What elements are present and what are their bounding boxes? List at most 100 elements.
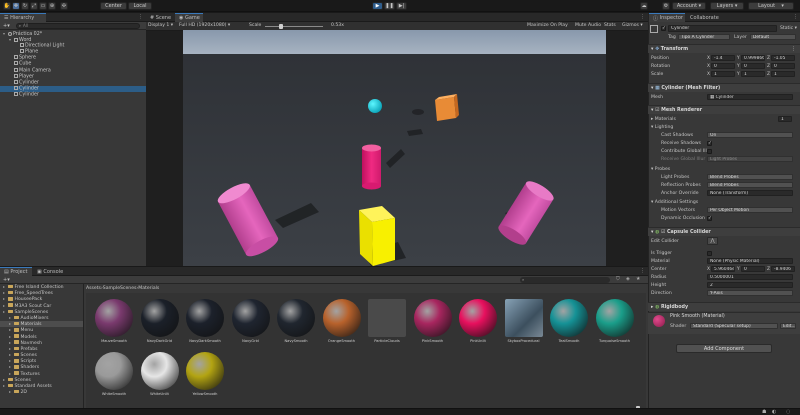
- tab-game[interactable]: ◉ Game: [175, 13, 203, 22]
- active-checkbox[interactable]: ✓: [661, 26, 666, 31]
- material-asset[interactable]: NavyGrid: [229, 297, 273, 343]
- breadcrumb-item[interactable]: Assets: [86, 286, 101, 291]
- more-icon[interactable]: ⋮: [640, 14, 645, 20]
- mesh-field[interactable]: ▦ Cylinder: [707, 94, 793, 100]
- scale-slider-handle[interactable]: [279, 23, 283, 29]
- capsule-collider-header[interactable]: ▾ ◍ ☑ Capsule Collider: [648, 227, 800, 236]
- scale-tool-button[interactable]: ⤢: [30, 2, 38, 10]
- tab-console[interactable]: ▣ Console: [33, 267, 67, 276]
- contribute-gi-checkbox[interactable]: [707, 149, 712, 154]
- pos-x-field[interactable]: -1.4: [711, 55, 735, 61]
- more-icon[interactable]: ⋮: [640, 268, 645, 274]
- material-asset[interactable]: NavyDarkSmooth: [183, 297, 227, 343]
- tab-scene[interactable]: # Scene: [146, 13, 174, 22]
- light-probes-dropdown[interactable]: Blend Probes: [707, 174, 793, 180]
- is-trigger-checkbox[interactable]: [707, 251, 712, 256]
- account-dropdown[interactable]: Account ▾: [672, 2, 706, 10]
- edit-collider-button[interactable]: ⋀: [707, 237, 718, 245]
- dynamic-occlusion-checkbox[interactable]: ✓: [707, 216, 712, 221]
- checkbox-icon[interactable]: ☑: [661, 230, 665, 235]
- debug-icon[interactable]: ☗: [762, 409, 766, 415]
- layout-dropdown[interactable]: Layout ▾: [748, 2, 794, 10]
- more-icon[interactable]: ⋮: [138, 14, 143, 20]
- mute-audio-toggle[interactable]: Mute Audio: [575, 23, 601, 28]
- material-asset[interactable]: WhiteSmooth: [92, 350, 136, 396]
- play-button[interactable]: ▶: [372, 2, 383, 10]
- material-asset[interactable]: NavyDarkGrid: [138, 297, 182, 343]
- materials-count[interactable]: 1: [778, 116, 792, 122]
- breadcrumb-item[interactable]: SampleScenes: [103, 286, 137, 291]
- transform-tool-button[interactable]: ⊕: [48, 2, 56, 10]
- axis-x-label[interactable]: X: [707, 64, 710, 69]
- services-button[interactable]: ⚙: [662, 2, 670, 10]
- project-search-input[interactable]: ⌕: [520, 277, 610, 283]
- resolution-dropdown[interactable]: Full HD (1920x1080) ▾: [179, 23, 230, 28]
- layers-dropdown[interactable]: Layers ▾: [710, 2, 744, 10]
- receive-shadows-checkbox[interactable]: ✓: [707, 141, 712, 146]
- material-asset[interactable]: PinkUnlit: [456, 297, 500, 343]
- pos-y-field[interactable]: 0.999866: [741, 55, 765, 61]
- display-dropdown[interactable]: Display 1 ▾: [148, 23, 173, 28]
- game-render-view[interactable]: [183, 30, 606, 266]
- static-toggle[interactable]: Static ▾: [780, 26, 797, 31]
- material-asset[interactable]: MauveSmooth: [92, 297, 136, 343]
- lighting-status-icon[interactable]: ◐: [772, 409, 776, 415]
- edit-shader-button[interactable]: Edit...: [780, 323, 796, 329]
- scl-x-field[interactable]: 1: [711, 71, 735, 77]
- scl-y-field[interactable]: 1: [741, 71, 765, 77]
- center-x-field[interactable]: 5.96046e: [711, 266, 735, 272]
- pause-button[interactable]: ❚❚: [384, 2, 395, 10]
- material-asset[interactable]: TealSmooth: [547, 297, 591, 343]
- rotate-tool-button[interactable]: ↻: [21, 2, 29, 10]
- cast-shadows-dropdown[interactable]: On: [707, 132, 793, 138]
- center-y-field[interactable]: 0: [741, 266, 765, 272]
- transform-header[interactable]: ▾ ✥ Transform ⋮: [648, 44, 800, 53]
- material-asset[interactable]: WhiteUnlit: [138, 350, 182, 396]
- axis-z-label[interactable]: Z: [767, 267, 770, 272]
- tab-hierarchy[interactable]: ☰ Hierarchy: [0, 13, 46, 22]
- center-z-field[interactable]: -8.9406: [771, 266, 795, 272]
- hand-tool-button[interactable]: ✋: [3, 2, 11, 10]
- object-name-field[interactable]: Cylinder: [668, 25, 777, 32]
- material-asset[interactable]: PinkSmooth: [411, 297, 455, 343]
- material-asset[interactable]: OrangeSmooth: [320, 297, 364, 343]
- axis-z-label[interactable]: Z: [767, 64, 770, 69]
- rigidbody-header[interactable]: ▸ ◍ Rigidbody: [648, 302, 800, 311]
- label-icon[interactable]: ◈: [626, 276, 630, 282]
- axis-x-label[interactable]: X: [707, 72, 710, 77]
- pivot-center-button[interactable]: Center: [100, 2, 127, 10]
- pos-z-field[interactable]: -1.05: [771, 55, 795, 61]
- more-icon[interactable]: ⋮: [793, 14, 798, 20]
- mesh-filter-header[interactable]: ▾ ▦ Cylinder (Mesh Filter): [648, 83, 800, 92]
- radius-field[interactable]: 0.5000001: [707, 274, 793, 280]
- tab-collaborate[interactable]: Collaborate: [686, 13, 726, 22]
- mesh-renderer-header[interactable]: ▾ ☑ Mesh Renderer: [648, 105, 800, 114]
- step-button[interactable]: ▶|: [396, 2, 407, 10]
- maximize-on-play-toggle[interactable]: Maximize On Play: [527, 23, 568, 28]
- hierarchy-item[interactable]: Cylinder: [0, 91, 146, 98]
- collab-button[interactable]: ☁: [640, 2, 648, 10]
- axis-z-label[interactable]: Z: [767, 72, 770, 77]
- pivot-local-button[interactable]: Local: [128, 2, 152, 10]
- add-icon[interactable]: +▾: [3, 23, 10, 29]
- star-icon[interactable]: ★: [636, 276, 640, 282]
- rot-z-field[interactable]: 0: [771, 63, 795, 69]
- tab-project[interactable]: ▤ Project: [0, 267, 32, 276]
- component-menu-icon[interactable]: ⋮: [791, 45, 796, 54]
- progress-icon[interactable]: ◌: [786, 409, 790, 415]
- checkbox-icon[interactable]: ☑: [655, 108, 659, 113]
- layer-dropdown[interactable]: Default: [750, 34, 796, 40]
- tab-inspector[interactable]: ⓘ Inspector: [649, 13, 685, 22]
- material-asset[interactable]: ParticleClouds: [365, 297, 409, 343]
- breadcrumb-item[interactable]: Materials: [138, 286, 159, 291]
- axis-y-label[interactable]: Y: [737, 64, 740, 69]
- reflection-probes-dropdown[interactable]: Blend Probes: [707, 182, 793, 188]
- direction-dropdown[interactable]: Y-Axis: [707, 290, 793, 296]
- axis-z-label[interactable]: Z: [767, 56, 770, 61]
- rect-tool-button[interactable]: ▭: [39, 2, 47, 10]
- anchor-override-field[interactable]: None (Transform): [707, 190, 793, 196]
- axis-x-label[interactable]: X: [707, 267, 710, 272]
- material-asset[interactable]: NavySmooth: [274, 297, 318, 343]
- gizmos-dropdown[interactable]: Gizmos ▾: [622, 23, 643, 28]
- add-component-button[interactable]: Add Component: [676, 344, 772, 353]
